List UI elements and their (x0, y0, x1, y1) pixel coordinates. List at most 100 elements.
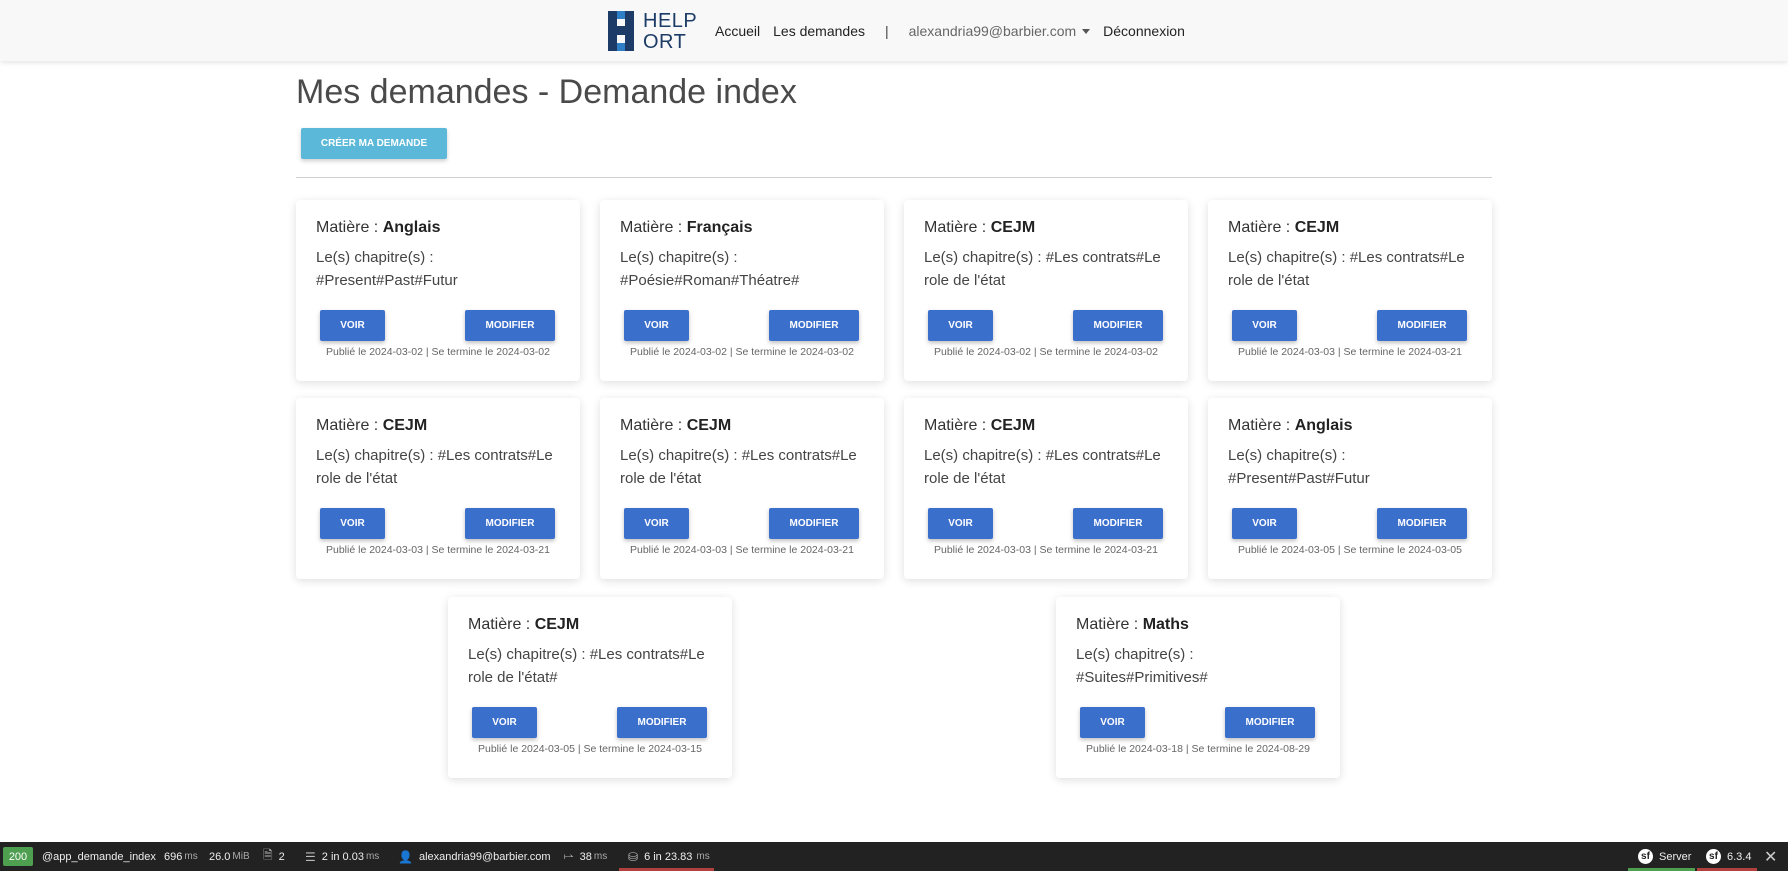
card-dates: Publié le 2024-03-03 | Se termine le 202… (630, 544, 854, 556)
cache-stats[interactable]: ☰ 2 in 0.03 ms (305, 842, 379, 871)
edit-button[interactable]: MODIFIER (1073, 310, 1163, 341)
nav-home-link[interactable]: Accueil (715, 23, 760, 39)
edit-button[interactable]: MODIFIER (617, 707, 707, 738)
card-subject: Matière : CEJM (924, 219, 1036, 236)
request-card: Matière : Maths Le(s) chapitre(s) : #Suit… (1056, 597, 1340, 778)
subject-name: Français (686, 219, 753, 236)
card-dates: Publié le 2024-03-02 | Se termine le 202… (934, 346, 1158, 358)
edit-button[interactable]: MODIFIER (465, 508, 555, 539)
edit-button[interactable]: MODIFIER (1377, 310, 1467, 341)
security-user[interactable]: 👤 alexandria99@barbier.com (398, 842, 551, 871)
request-card: Matière : CEJM Le(s) chapitre(s) : #Les c… (1208, 200, 1492, 381)
edit-button[interactable]: MODIFIER (1073, 508, 1163, 539)
card-dates: Publié le 2024-03-18 | Se termine le 202… (1086, 743, 1310, 755)
request-time-value: 696 (164, 850, 183, 863)
status-code-badge[interactable]: 200 (3, 847, 33, 866)
subject-name: CEJM (1294, 219, 1340, 236)
card-chapters: Le(s) chapitre(s) : #Les contrats#Le rol… (924, 447, 1161, 487)
card-dates: Publié le 2024-03-03 | Se termine le 202… (326, 544, 550, 556)
subject-name: Maths (1142, 616, 1189, 633)
card-subject: Matière : Anglais (316, 219, 441, 236)
card-chapters: Le(s) chapitre(s) : #Les contrats#Le rol… (468, 646, 705, 686)
card-subject: Matière : Français (620, 219, 753, 236)
card-chapters: Le(s) chapitre(s) : #Les contrats#Le rol… (924, 249, 1161, 289)
subject-name: CEJM (990, 219, 1036, 236)
view-button[interactable]: VOIR (472, 707, 537, 738)
card-chapters: Le(s) chapitre(s) : #Present#Past#Futur (1228, 447, 1370, 487)
view-button[interactable]: VOIR (928, 508, 993, 539)
symfony-logo-icon: sf (1706, 849, 1721, 864)
logo-h-icon (608, 11, 634, 51)
edit-button[interactable]: MODIFIER (769, 508, 859, 539)
request-time[interactable]: 696 ms (164, 842, 198, 871)
file-icon: 🗎 (263, 848, 273, 862)
view-button[interactable]: VOIR (1232, 508, 1297, 539)
card-subject: Matière : CEJM (1228, 219, 1340, 236)
user-email: alexandria99@barbier.com (908, 22, 1077, 39)
memory-usage[interactable]: 26.0 MiB (209, 842, 250, 871)
close-toolbar-icon[interactable]: ✕ (1764, 842, 1777, 871)
nav-separator: | (884, 22, 889, 39)
card-subject: Matière : Anglais (1228, 417, 1353, 434)
logout-link[interactable]: Déconnexion (1103, 23, 1185, 39)
routing-icon: ⥛ (564, 849, 574, 863)
nav-links: Accueil Les demandes | alexandria99@barb… (715, 0, 1185, 61)
caret-down-icon (1082, 29, 1091, 35)
symfony-server-icon: sf (1638, 849, 1653, 864)
request-card: Matière : Anglais Le(s) chapitre(s) : #Pr… (1208, 398, 1492, 579)
card-subject: Matière : Maths (1076, 616, 1189, 633)
view-button[interactable]: VOIR (320, 508, 385, 539)
edit-button[interactable]: MODIFIER (769, 310, 859, 341)
brand-logo[interactable]: HELP ORT (608, 10, 723, 53)
card-subject: Matière : CEJM (316, 417, 428, 434)
symfony-version[interactable]: sf 6.3.4 (1706, 842, 1751, 871)
card-dates: Publié le 2024-03-05 | Se termine le 202… (1238, 544, 1462, 556)
subject-name: CEJM (534, 616, 580, 633)
card-subject: Matière : CEJM (924, 417, 1036, 434)
top-navbar: HELP ORT Accueil Les demandes | alexandr… (0, 0, 1788, 61)
view-button[interactable]: VOIR (320, 310, 385, 341)
card-dates: Publié le 2024-03-03 | Se termine le 202… (1238, 346, 1462, 358)
layers-icon: ☰ (305, 849, 316, 864)
request-card: Matière : CEJM Le(s) chapitre(s) : #Les c… (296, 398, 580, 579)
card-dates: Publié le 2024-03-05 | Se termine le 202… (478, 743, 702, 755)
subject-name: Anglais (382, 219, 441, 236)
card-chapters: Le(s) chapitre(s) : #Les contrats#Le rol… (1228, 249, 1465, 289)
debug-toolbar: 200 @app_demande_index 696 ms 26.0 MiB 🗎 2 … (0, 842, 1788, 871)
card-dates: Publié le 2024-03-02 | Se termine le 202… (326, 346, 550, 358)
request-card: Matière : CEJM Le(s) chapitre(s) : #Les c… (600, 398, 884, 579)
page-title: Mes demandes - Demande index (296, 73, 797, 111)
request-card: Matière : CEJM Le(s) chapitre(s) : #Les c… (448, 597, 732, 778)
subject-name: CEJM (686, 417, 732, 434)
nav-requests-link[interactable]: Les demandes (773, 23, 865, 39)
memory-value: 26.0 (209, 850, 231, 863)
route-name[interactable]: @app_demande_index (42, 842, 156, 871)
create-request-button[interactable]: CRÉER MA DEMANDE (301, 128, 447, 159)
view-button[interactable]: VOIR (624, 508, 689, 539)
subject-name: Anglais (1294, 417, 1353, 434)
view-button[interactable]: VOIR (624, 310, 689, 341)
view-button[interactable]: VOIR (1232, 310, 1297, 341)
edit-button[interactable]: MODIFIER (1377, 508, 1467, 539)
brand-name: HELP ORT (643, 10, 698, 53)
card-chapters: Le(s) chapitre(s) : #Les contrats#Le rol… (316, 447, 553, 487)
database-stats[interactable]: ⛁ 6 in 23.83 ms (628, 842, 710, 871)
database-icon: ⛁ (628, 849, 639, 864)
request-card: Matière : CEJM Le(s) chapitre(s) : #Les c… (904, 398, 1188, 579)
user-dropdown[interactable]: alexandria99@barbier.com (909, 23, 1091, 39)
divider (296, 177, 1492, 178)
card-chapters: Le(s) chapitre(s) : #Poésie#Roman#Théatr… (620, 249, 800, 289)
card-dates: Publié le 2024-03-03 | Se termine le 202… (934, 544, 1158, 556)
server-panel[interactable]: sf Server (1638, 842, 1691, 871)
view-button[interactable]: VOIR (1080, 707, 1145, 738)
requests-count[interactable]: 🗎 2 (263, 842, 285, 871)
edit-button[interactable]: MODIFIER (465, 310, 555, 341)
card-subject: Matière : CEJM (620, 417, 732, 434)
card-chapters: Le(s) chapitre(s) : #Present#Past#Futur (316, 249, 458, 289)
view-button[interactable]: VOIR (928, 310, 993, 341)
request-card: Matière : Anglais Le(s) chapitre(s) : #Pr… (296, 200, 580, 381)
subject-name: CEJM (990, 417, 1036, 434)
edit-button[interactable]: MODIFIER (1225, 707, 1315, 738)
subject-name: CEJM (382, 417, 428, 434)
routing-time[interactable]: ⥛ 38 ms (564, 842, 607, 871)
